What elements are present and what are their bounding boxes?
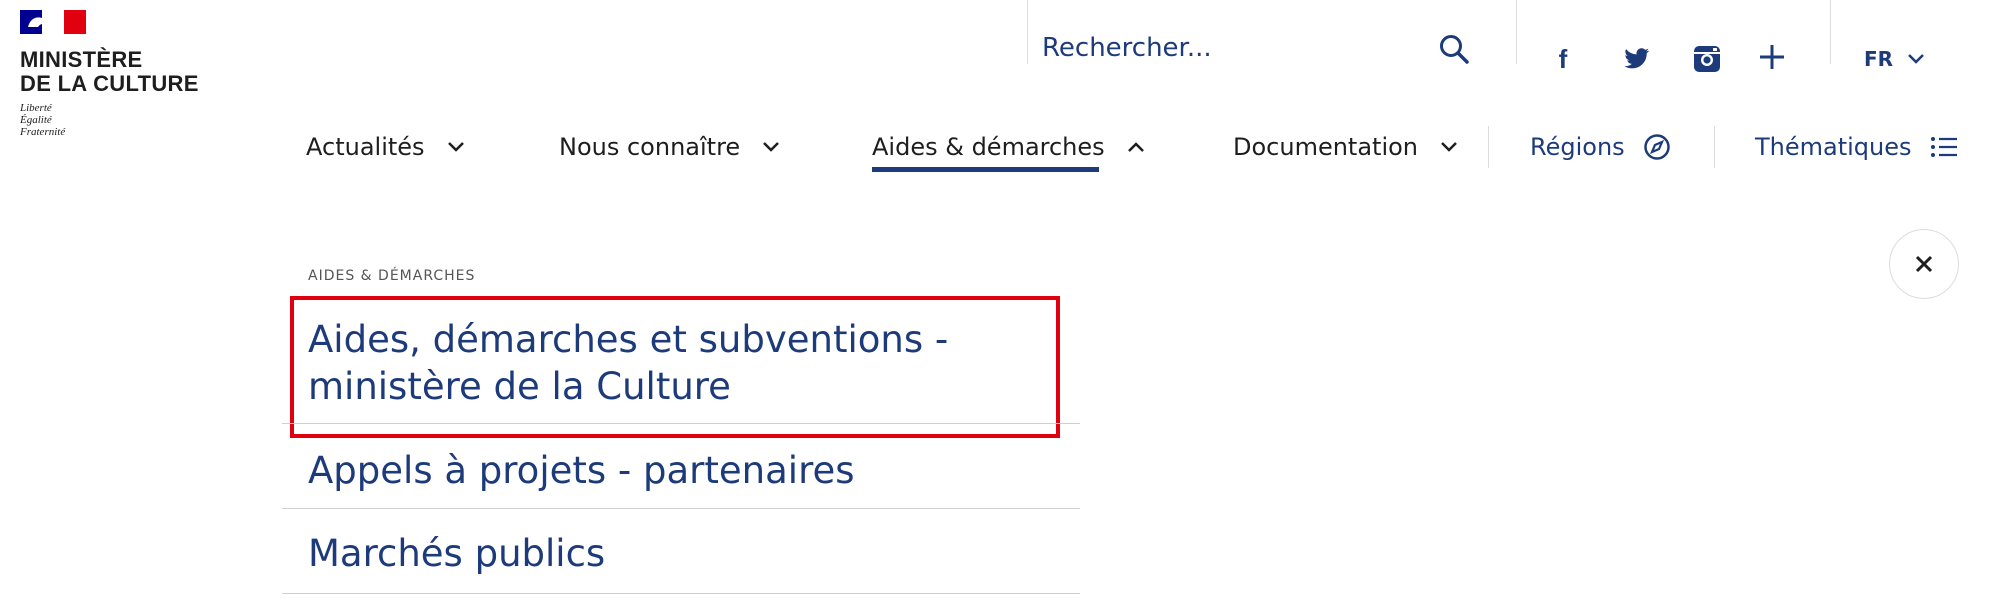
plus-icon [1760, 45, 1784, 69]
close-icon [1915, 255, 1933, 273]
nav-label: Documentation [1233, 133, 1419, 161]
instagram-link[interactable] [1692, 44, 1722, 74]
facebook-link[interactable]: f [1548, 44, 1578, 74]
list-icon [1930, 137, 1957, 157]
chevron-down-icon [763, 142, 780, 152]
search-button[interactable] [1437, 32, 1471, 66]
menu-divider [282, 508, 1080, 509]
facebook-icon: f [1558, 43, 1568, 74]
link-label: Marchés publics [308, 532, 606, 575]
nav-thematiques[interactable]: Thématiques [1755, 130, 1958, 164]
search-icon [1440, 35, 1469, 64]
search-input[interactable] [1042, 20, 1462, 76]
active-nav-indicator [872, 167, 1099, 172]
nav-label: Nous connaître [559, 133, 741, 161]
chevron-down-icon [1908, 54, 1924, 64]
link-aides-demarches-subventions[interactable]: Aides, démarches et subventions - minist… [308, 316, 1068, 410]
divider [1830, 0, 1831, 64]
language-selector[interactable]: FR [1864, 44, 1925, 74]
chevron-up-icon [1127, 142, 1144, 152]
motto-liberte: Liberté [20, 102, 52, 114]
twitter-icon [1624, 48, 1650, 69]
divider [1027, 0, 1028, 64]
divider [1516, 0, 1517, 64]
nav-documentation[interactable]: Documentation [1233, 130, 1458, 164]
republic-flag-icon [20, 10, 86, 34]
nav-label: Actualités [306, 133, 425, 161]
motto-egalite: Égalité [20, 114, 52, 126]
ministry-name: MINISTÈRE DE LA CULTURE [20, 48, 220, 96]
nav-label: Régions [1530, 133, 1625, 161]
more-social-button[interactable] [1757, 42, 1787, 72]
link-appels-a-projets[interactable]: Appels à projets - partenaires [308, 447, 1068, 494]
link-label-line2: ministère de la Culture [308, 365, 731, 408]
compass-icon [1643, 134, 1670, 160]
motto-fraternite: Fraternité [20, 126, 66, 138]
close-menu-button[interactable] [1889, 229, 1959, 299]
link-label-line1: Aides, démarches et subventions - [308, 318, 949, 361]
nav-actualites[interactable]: Actualités [306, 130, 465, 164]
ministry-name-line2: DE LA CULTURE [20, 71, 199, 96]
chevron-down-icon [1441, 142, 1457, 152]
ministry-logo[interactable]: MINISTÈRE DE LA CULTURE Liberté Égalité … [20, 10, 220, 138]
twitter-link[interactable] [1622, 44, 1652, 74]
chevron-down-icon [447, 142, 464, 152]
divider [1488, 126, 1489, 168]
nav-label: Thématiques [1755, 133, 1912, 161]
ministry-name-line1: MINISTÈRE [20, 47, 143, 72]
nav-nous-connaitre[interactable]: Nous connaître [559, 130, 780, 164]
menu-divider [282, 593, 1080, 594]
link-marches-publics[interactable]: Marchés publics [308, 530, 1068, 577]
nav-label: Aides & démarches [872, 133, 1105, 161]
divider [1714, 126, 1715, 168]
language-current: FR [1864, 47, 1894, 71]
menu-divider [282, 423, 1080, 424]
republic-motto: Liberté Égalité Fraternité [20, 102, 220, 138]
dropdown-section-label: AIDES & DÉMARCHES [308, 268, 476, 284]
nav-regions[interactable]: Régions [1530, 130, 1671, 164]
link-label: Appels à projets - partenaires [308, 449, 855, 492]
nav-aides-demarches[interactable]: Aides & démarches [872, 130, 1145, 164]
instagram-icon [1694, 46, 1720, 72]
